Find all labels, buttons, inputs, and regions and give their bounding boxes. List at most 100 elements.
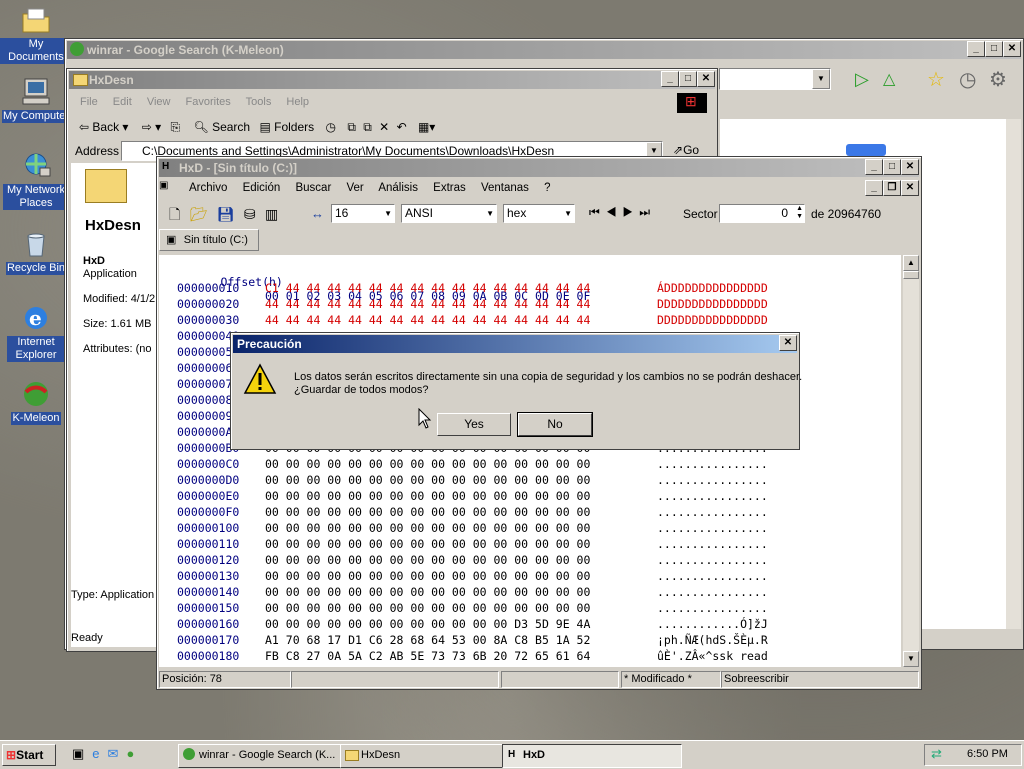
- row-hex-bytes[interactable]: 44 44 44 44 44 44 44 44 44 44 44 44 44 4…: [265, 313, 590, 327]
- delete-icon[interactable]: ✕: [379, 120, 389, 134]
- row-hex-bytes[interactable]: A1 70 68 17 D1 C6 28 68 64 53 00 8A C8 B…: [265, 633, 590, 647]
- menu-view[interactable]: View: [147, 96, 171, 108]
- star-icon[interactable]: ☆: [927, 67, 945, 92]
- hex-row[interactable]: 000000170 A1 70 68 17 D1 C6 28 68 64 53 0…: [177, 633, 768, 649]
- desktop-icon-internet-explorer[interactable]: e Internet Explorer: [0, 302, 72, 362]
- row-hex-bytes[interactable]: 00 00 00 00 00 00 00 00 00 00 00 00 00 0…: [265, 457, 590, 471]
- row-hex-bytes[interactable]: FB C8 27 0A 5A C2 AB 5E 73 73 6B 20 72 6…: [265, 649, 590, 663]
- explorer-close-button[interactable]: ✕: [697, 71, 715, 87]
- menu-help[interactable]: ?: [544, 182, 550, 194]
- hex-row[interactable]: 000000100 00 00 00 00 00 00 00 00 00 00 0…: [177, 521, 768, 537]
- menu-edicion[interactable]: Edición: [243, 182, 281, 194]
- chevron-down-icon[interactable]: ▼: [812, 69, 830, 89]
- hex-row[interactable]: 0000000E0 00 00 00 00 00 00 00 00 00 00 0…: [177, 489, 768, 505]
- row-ascii[interactable]: ÁDDDDDDDDDDDDDDD: [657, 281, 768, 295]
- browser-titlebar[interactable]: winrar - Google Search (K-Meleon): [67, 41, 1021, 59]
- row-ascii[interactable]: ûÈ'.ZÂ«^ssk read: [657, 649, 768, 663]
- folders-button[interactable]: ▤ Folders: [259, 120, 314, 134]
- go-button[interactable]: ⇗Go: [673, 143, 699, 157]
- history-icon[interactable]: ◷: [325, 120, 335, 134]
- row-hex-bytes[interactable]: 00 00 00 00 00 00 00 00 00 00 00 00 00 0…: [265, 505, 590, 519]
- row-hex-bytes[interactable]: 00 00 00 00 00 00 00 00 00 00 00 00 00 0…: [265, 473, 590, 487]
- next-sector-icon[interactable]: ▶: [623, 205, 640, 219]
- row-ascii[interactable]: ................: [657, 489, 768, 503]
- row-ascii[interactable]: ................: [657, 601, 768, 615]
- menu-edit[interactable]: Edit: [113, 96, 132, 108]
- hxd-minimize-button[interactable]: _: [865, 159, 883, 175]
- triangle-up-icon[interactable]: △: [883, 69, 895, 89]
- tray-network-icon[interactable]: ⇄: [931, 746, 942, 762]
- gear-icon[interactable]: ⚙: [989, 67, 1007, 92]
- row-ascii[interactable]: ................: [657, 473, 768, 487]
- task-explorer[interactable]: HxDesn: [340, 744, 520, 768]
- row-ascii[interactable]: ................: [657, 553, 768, 567]
- menu-extras[interactable]: Extras: [433, 182, 466, 194]
- explorer-maximize-button[interactable]: □: [679, 71, 697, 87]
- last-sector-icon[interactable]: ⏭: [639, 205, 656, 219]
- explorer-minimize-button[interactable]: _: [661, 71, 679, 87]
- tab-sin-titulo[interactable]: ▣ Sin título (C:): [159, 229, 259, 251]
- row-ascii[interactable]: ................: [657, 457, 768, 471]
- copy-to-icon[interactable]: ⧉: [363, 120, 372, 134]
- hex-row[interactable]: 0000000C0 00 00 00 00 00 00 00 00 00 00 0…: [177, 457, 768, 473]
- menu-tools[interactable]: Tools: [246, 96, 272, 108]
- internet-explorer-icon[interactable]: e: [92, 746, 107, 761]
- menu-buscar[interactable]: Buscar: [295, 182, 331, 194]
- row-ascii[interactable]: ¡ph.ÑÆ(hdS.ŠÈµ.R: [657, 633, 768, 647]
- desktop-icon-my-computer[interactable]: My Computer: [0, 76, 72, 123]
- menu-ver[interactable]: Ver: [346, 182, 363, 194]
- hxd-maximize-button[interactable]: □: [883, 159, 901, 175]
- row-ascii[interactable]: DDDDDDDDDDDDDDDD: [657, 297, 768, 311]
- hex-row[interactable]: 0000000D0 00 00 00 00 00 00 00 00 00 00 0…: [177, 473, 768, 489]
- row-hex-bytes[interactable]: 00 00 00 00 00 00 00 00 00 00 00 00 00 0…: [265, 553, 590, 567]
- open-disk-icon[interactable]: ⛁: [244, 206, 256, 222]
- show-desktop-icon[interactable]: ▣: [72, 746, 92, 761]
- desktop-icon-recycle-bin[interactable]: Recycle Bin: [0, 228, 72, 275]
- dialog-close-button[interactable]: ✕: [779, 335, 797, 351]
- menu-help[interactable]: Help: [286, 96, 309, 108]
- no-button[interactable]: No: [517, 412, 593, 437]
- back-button[interactable]: ⇦ Back ▾: [79, 120, 128, 134]
- views-icon[interactable]: ▦▾: [418, 120, 435, 134]
- hex-scrollbar[interactable]: ▲ ▼: [903, 255, 919, 667]
- hex-row[interactable]: 000000130 00 00 00 00 00 00 00 00 00 00 0…: [177, 569, 768, 585]
- play-icon[interactable]: ▷: [855, 69, 869, 90]
- menu-archivo[interactable]: Archivo: [189, 182, 227, 194]
- hex-row[interactable]: 000000160 00 00 00 00 00 00 00 00 00 00 0…: [177, 617, 768, 633]
- outlook-icon[interactable]: ✉: [108, 746, 127, 761]
- row-ascii[interactable]: ................: [657, 521, 768, 535]
- k-meleon-icon[interactable]: ●: [126, 746, 142, 761]
- charset-select[interactable]: ANSI ▼: [401, 204, 497, 223]
- hex-row[interactable]: 000000150 00 00 00 00 00 00 00 00 00 00 0…: [177, 601, 768, 617]
- dialog-titlebar[interactable]: Precaución: [233, 335, 797, 353]
- history-icon[interactable]: ◷: [959, 67, 976, 92]
- menu-analisis[interactable]: Análisis: [378, 182, 418, 194]
- save-icon[interactable]: 💾︎: [217, 206, 235, 222]
- hxd-close-button[interactable]: ✕: [901, 159, 919, 175]
- hex-row[interactable]: 000000020 44 44 44 44 44 44 44 44 44 44 4…: [177, 297, 768, 313]
- hex-row[interactable]: 000000010 C1 44 44 44 44 44 44 44 44 44 4…: [177, 281, 768, 297]
- row-ascii[interactable]: ................: [657, 569, 768, 583]
- hex-editor-area[interactable]: Offset(h) 00 01 02 03 04 05 06 07 08 09 …: [159, 255, 901, 667]
- search-button[interactable]: 🔍︎ Search: [194, 120, 251, 134]
- row-hex-bytes[interactable]: 00 00 00 00 00 00 00 00 00 00 00 00 00 0…: [265, 601, 590, 615]
- row-hex-bytes[interactable]: 00 00 00 00 00 00 00 00 00 00 00 00 D3 5…: [265, 617, 590, 631]
- scroll-thumb[interactable]: [903, 271, 919, 279]
- hex-row[interactable]: 0000000F0 00 00 00 00 00 00 00 00 00 00 0…: [177, 505, 768, 521]
- open-ram-icon[interactable]: ▥: [265, 206, 278, 222]
- row-ascii[interactable]: ................: [657, 537, 768, 551]
- row-hex-bytes[interactable]: 00 00 00 00 00 00 00 00 00 00 00 00 00 0…: [265, 585, 590, 599]
- undo-icon[interactable]: ↶: [397, 120, 407, 134]
- row-hex-bytes[interactable]: 44 44 44 44 44 44 44 44 44 44 44 44 44 4…: [265, 297, 590, 311]
- menu-ventanas[interactable]: Ventanas: [481, 182, 529, 194]
- first-sector-icon[interactable]: ⏮: [589, 205, 606, 219]
- task-browser[interactable]: winrar - Google Search (K...: [178, 744, 358, 768]
- start-button[interactable]: ⊞Start: [2, 744, 56, 766]
- browser-url-dropdown[interactable]: ▼: [719, 68, 831, 90]
- mode-select[interactable]: hex ▼: [503, 204, 575, 223]
- browser-close-button[interactable]: ✕: [1003, 41, 1021, 57]
- prev-sector-icon[interactable]: ◀: [606, 205, 623, 219]
- bytes-per-row-select[interactable]: 16 ▼: [331, 204, 395, 223]
- task-hxd[interactable]: H HxD: [502, 744, 682, 768]
- yes-button[interactable]: Yes: [437, 413, 511, 436]
